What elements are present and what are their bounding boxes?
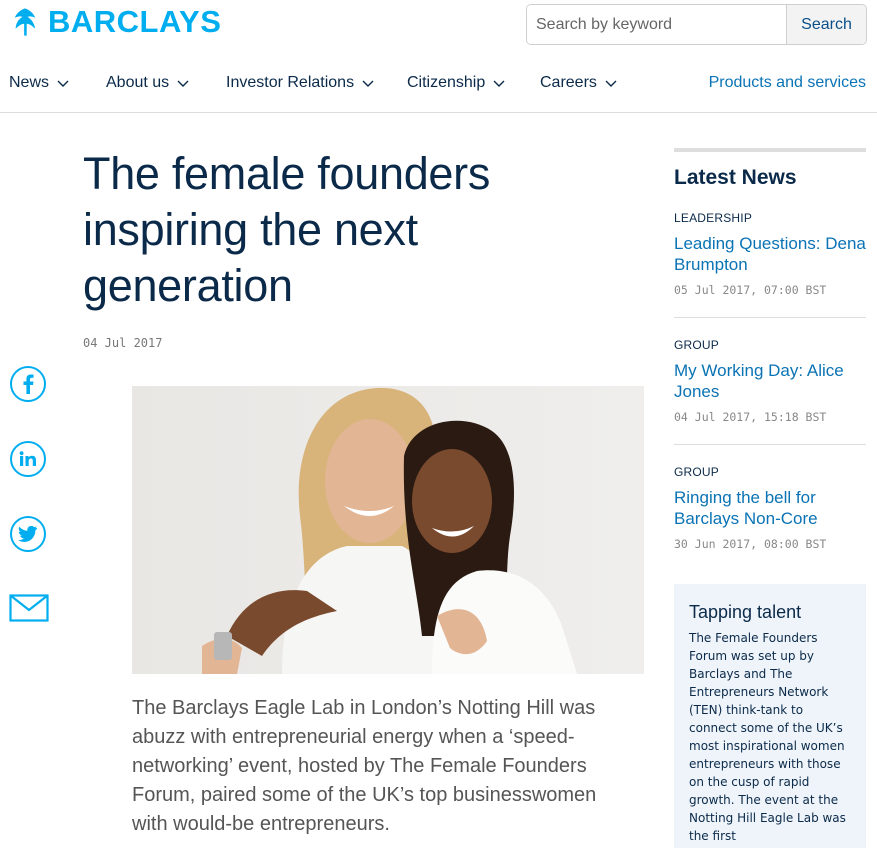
article-lead: The Barclays Eagle Lab in London’s Notti… — [132, 697, 597, 835]
article-date: 04 Jul 2017 — [83, 336, 163, 350]
email-icon — [9, 594, 49, 622]
nav-item-about-us[interactable]: About us — [106, 74, 189, 92]
news-separator — [674, 444, 866, 445]
nav-item-label: About us — [106, 74, 170, 91]
news-category: GROUP — [674, 465, 720, 479]
nav-item-label: Careers — [540, 74, 597, 91]
nav-item-careers[interactable]: Careers — [540, 74, 617, 92]
callout-body: The Female Founders Forum was set up by … — [689, 631, 846, 843]
news-title-link[interactable]: Ringing the bell for Barclays Non-Core — [674, 487, 866, 529]
twitter-icon — [10, 516, 46, 552]
news-category: LEADERSHIP — [674, 211, 753, 225]
news-item: GROUP Ringing the bell for Barclays Non-… — [674, 465, 866, 551]
nav-item-label: Citizenship — [407, 74, 486, 91]
share-facebook-button[interactable] — [10, 366, 46, 402]
callout-box: Tapping talent The Female Founders Forum… — [674, 584, 866, 848]
eagle-logo-icon — [14, 8, 36, 36]
hero-image — [132, 386, 644, 674]
nav-item-citizenship[interactable]: Citizenship — [407, 74, 505, 92]
latest-news-heading: Latest News — [674, 166, 797, 189]
linkedin-icon — [10, 441, 46, 477]
search-input[interactable] — [527, 5, 786, 44]
chevron-down-icon — [605, 80, 617, 87]
chevron-down-icon — [493, 80, 505, 87]
news-category: GROUP — [674, 338, 720, 352]
nav-item-news[interactable]: News — [9, 74, 69, 92]
nav-item-label: News — [9, 74, 50, 91]
news-separator — [674, 317, 866, 318]
sidebar-divider — [674, 148, 866, 152]
products-and-services-link[interactable]: Products and services — [709, 74, 866, 92]
news-date: 05 Jul 2017, 07:00 BST — [674, 283, 827, 297]
nav-item-label: Investor Relations — [226, 74, 355, 91]
article-title: The female founders inspiring the next g… — [83, 148, 491, 311]
main-nav: News About us Investor Relations Citizen… — [0, 62, 877, 113]
chevron-down-icon — [57, 80, 69, 87]
chevron-down-icon — [177, 80, 189, 87]
news-date: 30 Jun 2017, 08:00 BST — [674, 537, 827, 551]
barclays-logo[interactable]: BARCLAYS — [8, 4, 221, 40]
news-title-link[interactable]: Leading Questions: Dena Brumpton — [674, 233, 866, 275]
news-item: LEADERSHIP Leading Questions: Dena Brump… — [674, 211, 866, 297]
news-date: 04 Jul 2017, 15:18 BST — [674, 410, 827, 424]
chevron-down-icon — [362, 80, 374, 87]
news-item: GROUP My Working Day: Alice Jones 04 Jul… — [674, 338, 866, 424]
share-linkedin-button[interactable] — [10, 441, 46, 477]
facebook-icon — [10, 366, 46, 402]
share-twitter-button[interactable] — [10, 516, 46, 552]
callout-title: Tapping talent — [689, 602, 802, 622]
nav-item-investor-relations[interactable]: Investor Relations — [226, 74, 374, 92]
brand-name: BARCLAYS — [48, 4, 222, 39]
news-title-link[interactable]: My Working Day: Alice Jones — [674, 360, 866, 402]
search-bar: Search — [526, 4, 867, 45]
share-email-button[interactable] — [9, 594, 49, 627]
search-button[interactable]: Search — [786, 5, 866, 44]
